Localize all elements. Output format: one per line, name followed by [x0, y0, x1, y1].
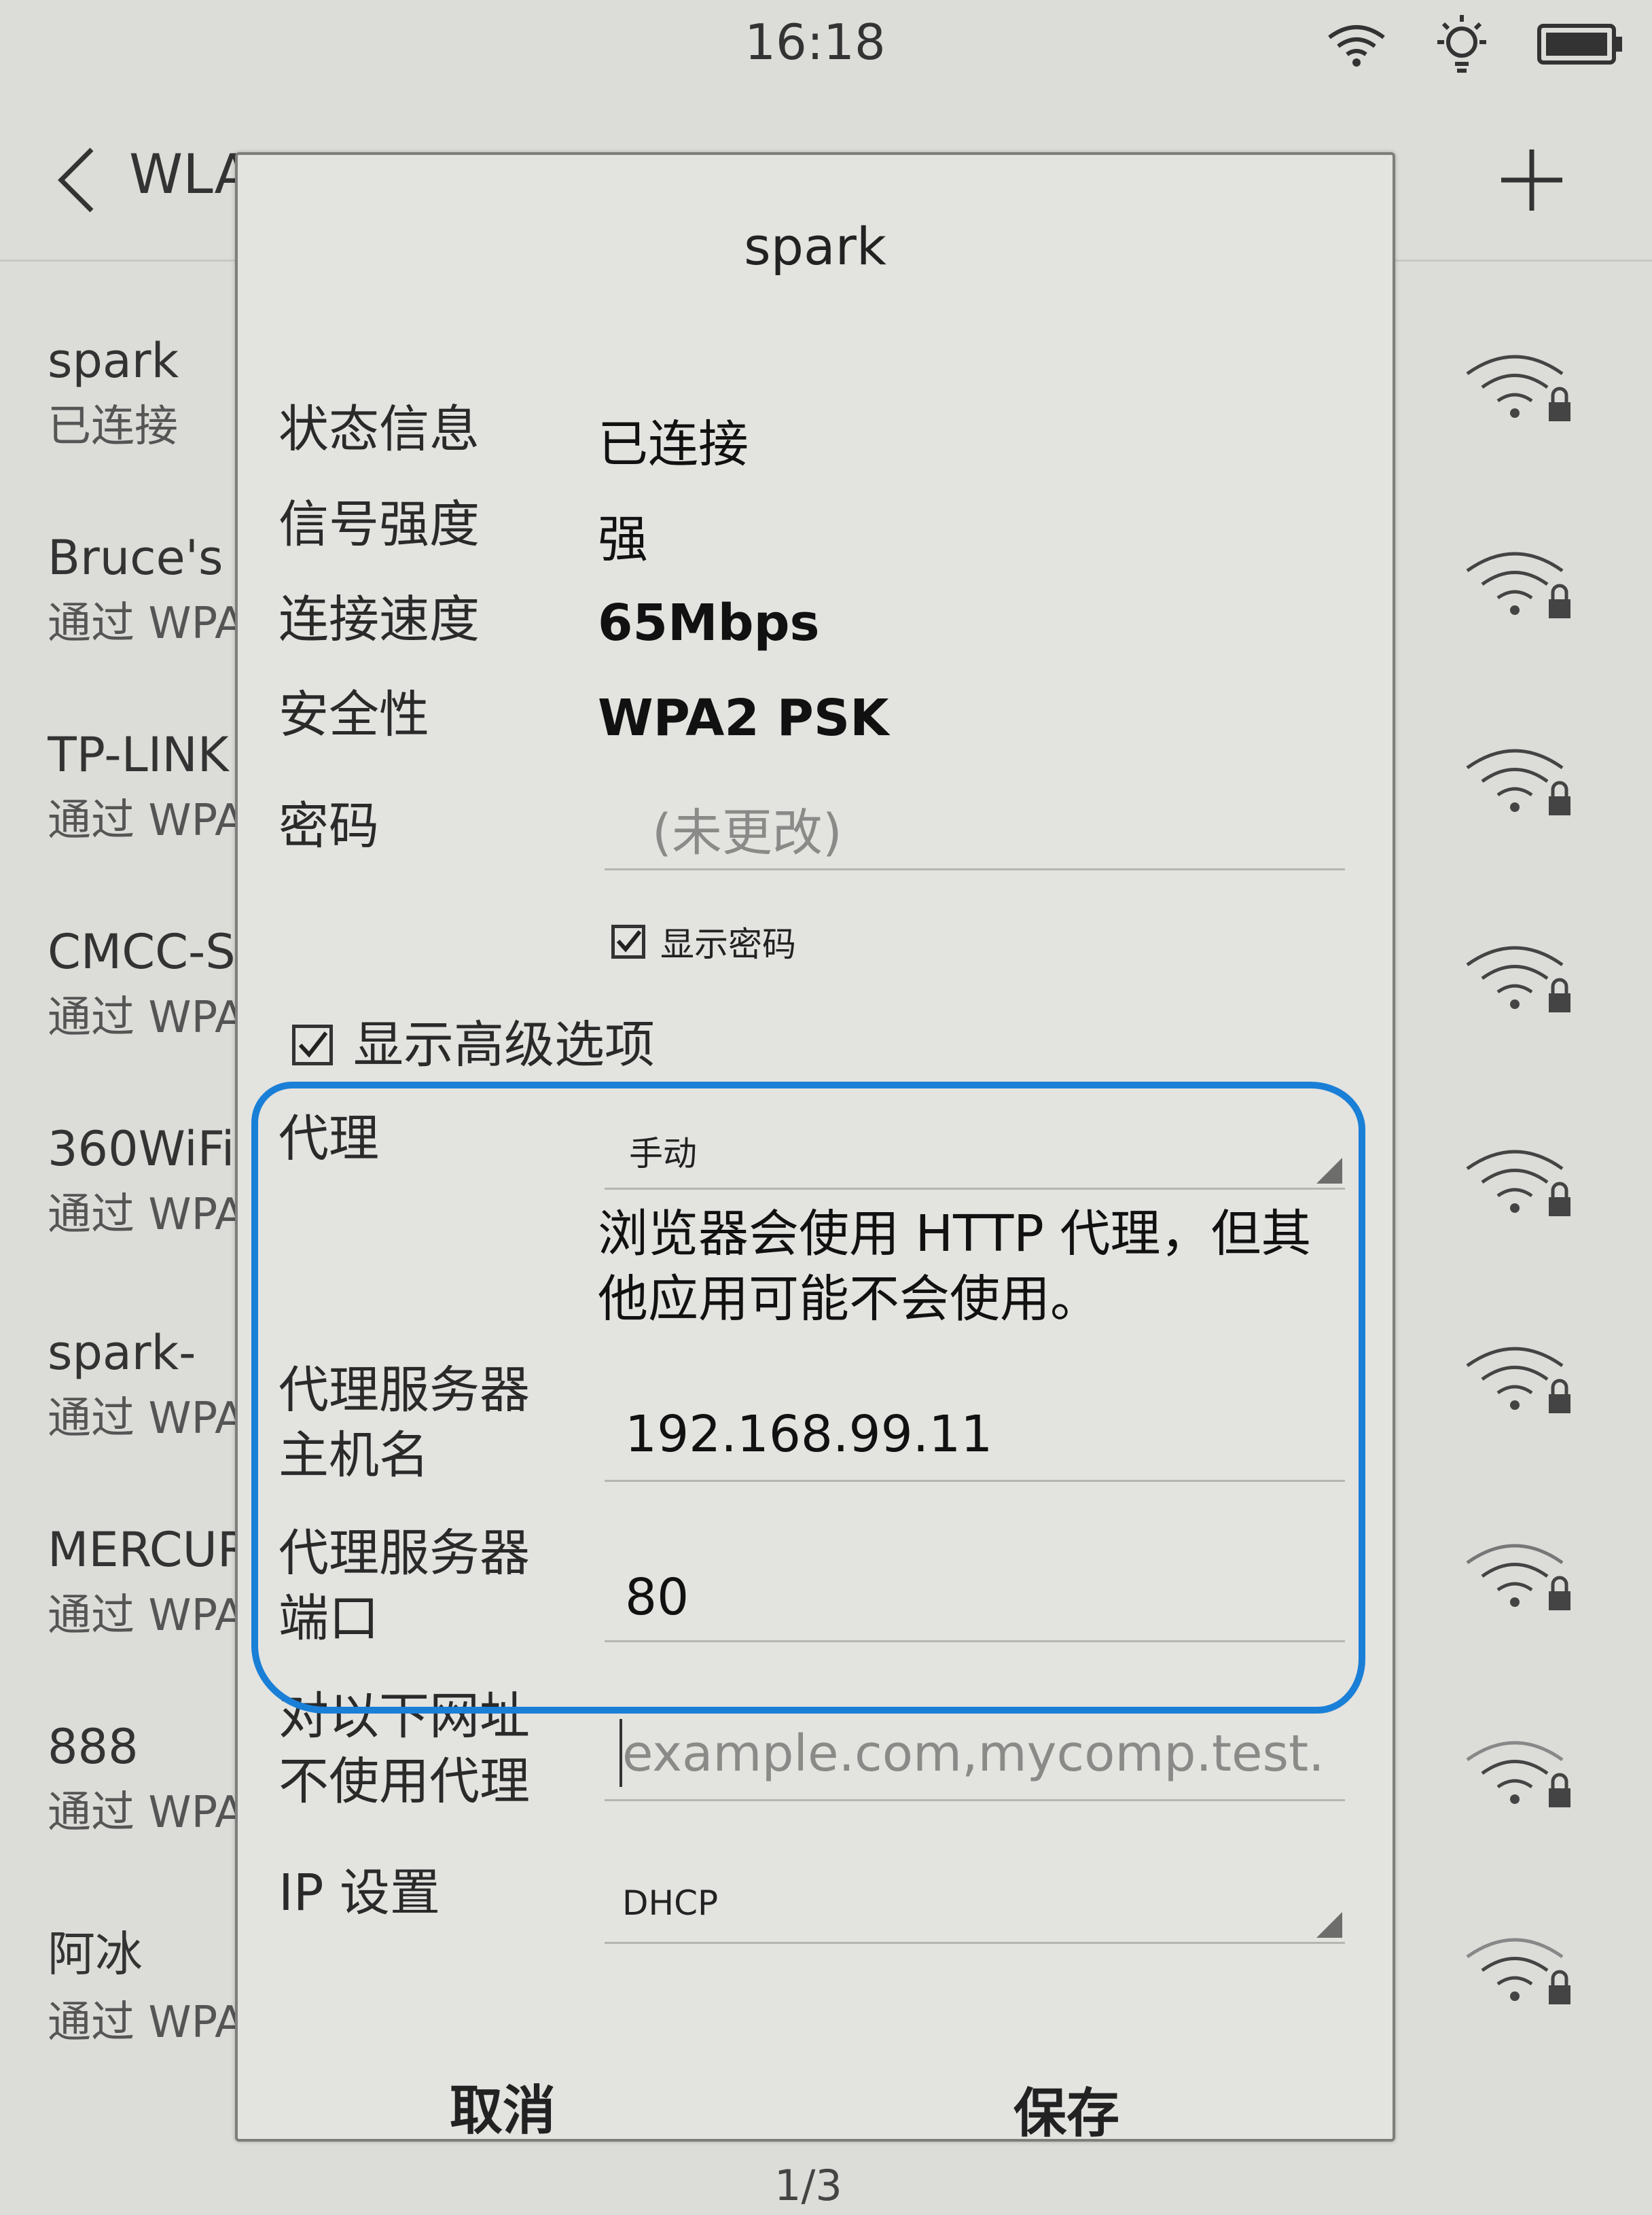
ip-settings-label: IP 设置 — [279, 1864, 440, 1922]
back-chevron-icon[interactable] — [48, 143, 109, 217]
security-value: WPA2 PSK — [598, 689, 889, 747]
network-item[interactable]: Bruce's i 通过 WPA — [48, 530, 238, 651]
cancel-button[interactable]: 取消 — [401, 2068, 605, 2144]
network-item[interactable]: TP-LINK 通过 WPA — [48, 727, 238, 848]
wifi-lock-icon — [1466, 1741, 1570, 1807]
network-status: 通过 WPA — [48, 1788, 238, 1838]
dialog-title: spark — [744, 216, 886, 277]
network-status: 通过 WPA — [48, 1998, 238, 2048]
wifi-lock-icon — [1466, 1347, 1570, 1413]
show-password-checkbox[interactable]: 显示密码 — [611, 917, 796, 966]
network-item[interactable]: 阿冰 通过 WPA — [48, 1916, 238, 2050]
password-label: 密码 — [279, 797, 379, 855]
highlight-annotation — [251, 1082, 1365, 1714]
speed-value: 65Mbps — [598, 594, 820, 652]
bypass-placeholder: example.com,mycomp.test. — [622, 1724, 1325, 1783]
network-item[interactable]: spark 已连接 — [48, 333, 238, 454]
checkbox-checked-icon — [292, 1025, 333, 1065]
network-item[interactable]: 888 通过 WPA — [48, 1719, 238, 1840]
network-name: 360WiFi — [48, 1121, 235, 1177]
wifi-lock-icon — [1466, 946, 1570, 1012]
network-status: 已连接 — [48, 402, 178, 452]
save-button[interactable]: 保存 — [965, 2071, 1168, 2147]
show-password-label: 显示密码 — [660, 925, 796, 964]
wifi-lock-icon — [1466, 1150, 1570, 1216]
network-item[interactable]: spark- 通过 WPA — [48, 1325, 238, 1446]
brightness-icon — [1437, 15, 1486, 73]
checkbox-checked-icon — [611, 925, 645, 959]
network-item[interactable]: CMCC-S 通过 WPA — [48, 924, 238, 1045]
wifi-icon — [1328, 25, 1385, 67]
network-name: Bruce's i — [48, 530, 238, 586]
password-placeholder: (未更改) — [652, 804, 842, 862]
network-name: MERCUR — [48, 1522, 238, 1578]
network-name: TP-LINK — [48, 727, 229, 783]
show-advanced-checkbox[interactable]: 显示高级选项 — [292, 1012, 655, 1078]
bypass-label-line2: 不使用代理 — [279, 1752, 530, 1811]
wifi-lock-icon — [1466, 1938, 1570, 2004]
wifi-lock-icon — [1466, 552, 1570, 618]
network-name: spark — [48, 333, 179, 389]
speed-label: 连接速度 — [279, 590, 480, 649]
show-advanced-label: 显示高级选项 — [353, 1016, 655, 1074]
status-icons — [1326, 14, 1625, 75]
wifi-lock-icon — [1466, 749, 1570, 815]
page-indicator: 1/3 — [774, 2161, 842, 2210]
network-item[interactable]: MERCUR 通过 WPA — [48, 1522, 238, 1643]
network-status: 通过 WPA — [48, 1591, 238, 1641]
signal-value: 强 — [598, 510, 648, 569]
wifi-lock-icon — [1466, 355, 1570, 421]
network-status: 通过 WPA — [48, 993, 238, 1043]
status-value: 已连接 — [598, 415, 749, 474]
network-status: 通过 WPA — [48, 1394, 238, 1444]
network-status: 通过 WPA — [48, 796, 238, 846]
wifi-lock-icon — [1466, 1544, 1570, 1610]
ip-settings-value: DHCP — [622, 1883, 719, 1923]
battery-icon — [1537, 24, 1622, 65]
network-status: 通过 WPA — [48, 599, 238, 649]
network-name: 888 — [48, 1719, 139, 1775]
bypass-input[interactable]: example.com,mycomp.test. — [605, 1704, 1345, 1801]
network-name: spark- — [48, 1325, 196, 1381]
network-name: 阿冰 — [48, 1926, 143, 1982]
signal-label: 信号强度 — [279, 495, 480, 554]
status-label: 状态信息 — [279, 400, 480, 459]
network-status: 通过 WPA — [48, 1190, 238, 1240]
network-item[interactable]: 360WiFi 通过 WPA — [48, 1121, 238, 1242]
security-label: 安全性 — [279, 686, 429, 744]
plus-icon[interactable] — [1494, 143, 1569, 217]
password-field[interactable]: (未更改) — [605, 780, 1345, 870]
ip-settings-dropdown[interactable]: DHCP — [605, 1860, 1345, 1944]
dropdown-arrow-icon — [1316, 1912, 1342, 1938]
network-name: CMCC-S — [48, 924, 236, 980]
